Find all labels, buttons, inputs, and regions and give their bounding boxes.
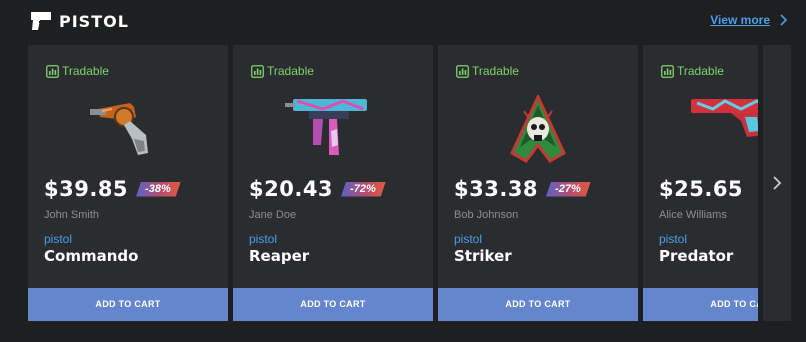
product-card[interactable]: Tradable $33.38 -27% Bob Johnson pistol … <box>438 45 638 321</box>
add-to-cart-button[interactable]: ADD TO CART <box>28 288 228 321</box>
discount-badge: -27% <box>546 182 591 197</box>
discount-badge: -72% <box>341 182 386 197</box>
item-name: Predator <box>659 247 734 265</box>
section-title: PISTOL <box>59 11 129 31</box>
section-logo: PISTOL <box>30 11 129 31</box>
add-to-cart-button[interactable]: ADD TO CART <box>233 288 433 321</box>
item-category[interactable]: pistol <box>249 232 277 246</box>
chart-icon <box>251 64 264 78</box>
pistol-logo-icon <box>31 12 51 30</box>
section-header: PISTOL View more <box>0 0 806 44</box>
price-row: $39.85 -38% <box>44 177 181 201</box>
product-carousel: Tradable $39.85 -38% John Smith pistol C… <box>28 44 758 322</box>
item-name: Reaper <box>249 247 310 265</box>
item-category[interactable]: pistol <box>659 232 687 246</box>
smg-image <box>285 99 367 155</box>
tradable-label: Tradable <box>472 64 519 78</box>
chart-icon <box>46 64 59 78</box>
price-row: $25.65 <box>659 177 743 201</box>
tradable-badge: Tradable <box>46 64 109 78</box>
seller-name: John Smith <box>44 209 100 221</box>
tradable-label: Tradable <box>677 64 724 78</box>
product-card[interactable]: Tradable $20.43 -72% Jane Doe pistol Rea… <box>233 45 433 321</box>
tradable-badge: Tradable <box>661 64 724 78</box>
tradable-badge: Tradable <box>251 64 314 78</box>
chevron-right-icon <box>780 14 788 26</box>
discount-badge: -38% <box>136 182 181 197</box>
price-row: $20.43 -72% <box>249 177 386 201</box>
price: $39.85 <box>44 177 129 201</box>
chevron-right-icon <box>773 176 782 190</box>
pistol-image <box>691 99 758 137</box>
tradable-label: Tradable <box>267 64 314 78</box>
add-to-cart-button[interactable]: ADD TO CART <box>438 288 638 321</box>
seller-name: Jane Doe <box>249 209 297 221</box>
product-card[interactable]: Tradable $39.85 -38% John Smith pistol C… <box>28 45 228 321</box>
item-category[interactable]: pistol <box>454 232 482 246</box>
item-name: Striker <box>454 247 512 265</box>
seller-name: Bob Johnson <box>454 209 519 221</box>
chart-icon <box>661 64 674 78</box>
tradable-label: Tradable <box>62 64 109 78</box>
revolver-image <box>90 103 148 155</box>
skull-sticker-image <box>510 95 566 163</box>
price: $20.43 <box>249 177 334 201</box>
view-more-link[interactable]: View more <box>710 13 788 27</box>
item-category[interactable]: pistol <box>44 232 72 246</box>
chart-icon <box>456 64 469 78</box>
tradable-badge: Tradable <box>456 64 519 78</box>
price: $33.38 <box>454 177 539 201</box>
seller-name: Alice Williams <box>659 209 727 221</box>
price-row: $33.38 -27% <box>454 177 591 201</box>
price: $25.65 <box>659 177 744 201</box>
add-to-cart-button[interactable]: ADD TO CART <box>643 288 758 321</box>
view-more-label: View more <box>710 13 770 27</box>
carousel-next-button[interactable] <box>763 45 791 321</box>
item-name: Commando <box>44 247 139 265</box>
product-card[interactable]: Tradable $25.65 Alice Williams pistol Pr… <box>643 45 758 321</box>
